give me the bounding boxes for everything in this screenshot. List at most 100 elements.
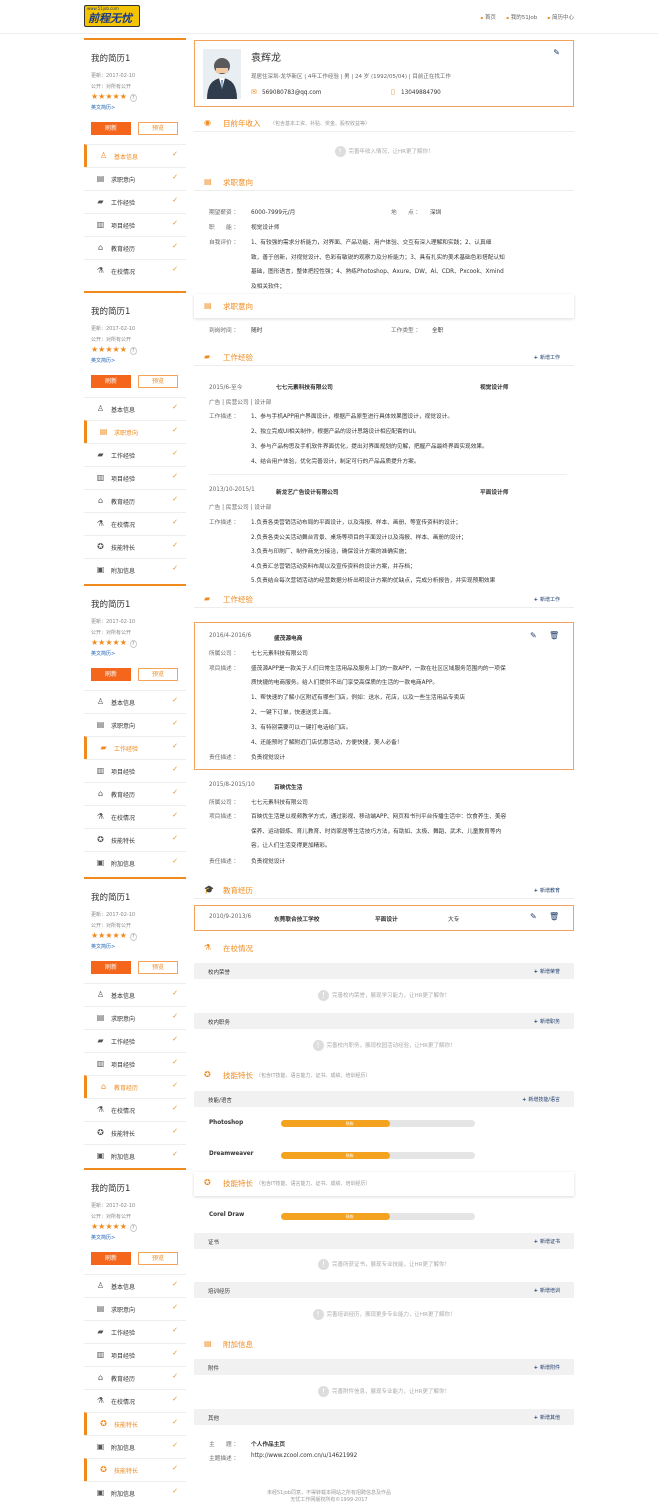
english-resume-link[interactable]: 英文简历> [91,357,115,364]
english-resume-link[interactable]: 英文简历> [91,104,115,111]
add-post-button[interactable]: 新增职务 [534,1018,560,1025]
sidebar-item[interactable]: ♙ 基本信息 ✓ [84,983,186,1006]
sidebar-item[interactable]: ✪ 技能特长 ✓ [84,1458,186,1481]
add-train-button[interactable]: 新增培训 [534,1287,560,1294]
sidebar-item[interactable]: ⌂ 教育经历 ✓ [84,489,186,512]
sidebar-item[interactable]: ⚗ 在校情况 ✓ [84,512,186,535]
attach-empty-hint[interactable]: ! 完善附件信息，展现专业能力，让HR更了解你！ [194,1386,574,1406]
preview-button[interactable]: 预览 [138,122,178,135]
sidebar-item[interactable]: ▥ 项目经验 ✓ [84,1343,186,1366]
help-icon[interactable]: ? [129,94,137,102]
sidebar-item[interactable]: ▣ 附加信息 ✓ [84,1435,186,1458]
sidebar-item[interactable]: ✪ 技能特长 ✓ [84,1412,186,1435]
sidebar-item[interactable]: ⚗ 在校情况 ✓ [84,805,186,828]
add-lang-button[interactable]: 新增技能/语言 [522,1096,560,1103]
sidebar-item[interactable]: ▰ 工作经验 ✓ [84,1029,186,1052]
english-resume-link[interactable]: 英文简历> [91,650,115,657]
sidebar-item[interactable]: ⚗ 在校情况 ✓ [84,259,186,282]
refresh-button[interactable]: 刷新 [91,375,131,388]
sidebar-item[interactable]: ▤ 求职意向 ✓ [84,713,186,736]
sidebar-item[interactable]: ▥ 项目经验 ✓ [84,1052,186,1075]
sidebar-item[interactable]: ✪ 技能特长 ✓ [84,535,186,558]
nav-my51job[interactable]: 我的51Job [506,13,537,21]
sidebar-item[interactable]: ▤ 求职意向 ✓ [84,1297,186,1320]
site-logo[interactable]: www.51job.com 前程无忧 [84,5,140,27]
help-icon[interactable]: ? [129,1224,137,1232]
sidebar-item[interactable]: ⌂ 教育经历 ✓ [84,236,186,259]
help-icon[interactable]: ? [129,347,137,355]
sidebar-item[interactable]: ▥ 项目经验 ✓ [84,759,186,782]
sidebar-item[interactable]: ♙ 基本信息 ✓ [84,690,186,713]
sidebar-item[interactable]: ⌂ 教育经历 ✓ [84,782,186,805]
train-empty-hint[interactable]: ! 完善培训经历，展现更多专业能力，让HR更了解你！ [194,1309,574,1329]
preview-button[interactable]: 预览 [138,961,178,974]
chart-icon: ▥ [96,1059,105,1068]
add-honor-button[interactable]: 新增荣誉 [534,968,560,975]
resume-public[interactable]: 公开：对所有公开 [91,922,131,929]
sidebar-item[interactable]: ▣ 附加信息 ✓ [84,1144,186,1167]
chart-icon: ▥ [96,473,105,482]
sidebar-item[interactable]: ▤ 求职意向 ✓ [84,1006,186,1029]
refresh-button[interactable]: 刷新 [91,961,131,974]
flask-icon: ⚗ [204,943,212,952]
refresh-button[interactable]: 刷新 [91,668,131,681]
edit-icon[interactable]: ✎ [530,912,537,921]
nav-home[interactable]: 首页 [480,13,496,21]
topic-desc-value[interactable]: http://www.zcool.com.cn/u/14621992 [251,1453,357,1459]
add-attach-button[interactable]: 新增附件 [534,1364,560,1371]
sidebar-item[interactable]: ▥ 项目经验 ✓ [84,213,186,236]
refresh-button[interactable]: 刷新 [91,1252,131,1265]
trash-icon[interactable]: 🗑 [549,631,559,640]
english-resume-link[interactable]: 英文简历> [91,943,115,950]
resume-public[interactable]: 公开：对所有公开 [91,1213,131,1220]
sidebar-item[interactable]: ✪ 技能特长 ✓ [84,828,186,851]
resume-public[interactable]: 公开：对所有公开 [91,83,131,90]
sidebar-item[interactable]: ▰ 工作经验 ✓ [84,736,186,759]
sidebar-item[interactable]: ⚗ 在校情况 ✓ [84,1098,186,1121]
sidebar-item[interactable]: ♙ 基本信息 ✓ [84,1274,186,1297]
sidebar-item[interactable]: ▰ 工作经验 ✓ [84,1320,186,1343]
sidebar-item[interactable]: ⚗ 在校情况 ✓ [84,1389,186,1412]
resume-title[interactable]: 我的简历1 [91,52,130,64]
cert-empty-hint[interactable]: ! 完善所获证书，展现专业技能，让HR更了解你！ [194,1259,574,1279]
english-resume-link[interactable]: 英文简历> [91,1234,115,1241]
help-icon[interactable]: ? [129,933,137,941]
sidebar-item[interactable]: ♙ 基本信息 ✓ [84,144,186,167]
sidebar-item[interactable]: ▣ 附加信息 ✓ [84,558,186,581]
resume-public[interactable]: 公开：对所有公开 [91,336,131,343]
resume-title[interactable]: 我的简历1 [91,1182,130,1194]
sidebar-item[interactable]: ▥ 项目经验 ✓ [84,466,186,489]
sidebar-item[interactable]: ♙ 基本信息 ✓ [84,397,186,420]
preview-button[interactable]: 预览 [138,375,178,388]
resume-stars: ★★★★★? [91,346,137,355]
resume-title[interactable]: 我的简历1 [91,598,130,610]
resume-public[interactable]: 公开：对所有公开 [91,629,131,636]
refresh-button[interactable]: 刷新 [91,122,131,135]
sidebar-item[interactable]: ▰ 工作经验 ✓ [84,190,186,213]
honor-empty-hint[interactable]: ! 完善校内荣誉，展现学习能力，让HR更了解你！ [194,990,574,1010]
sidebar-item[interactable]: ⌂ 教育经历 ✓ [84,1366,186,1389]
add-project-button[interactable]: 新增工作 [534,596,560,603]
edu-section-header: 🎓 教育经历 新增教育 [194,881,574,899]
edit-icon[interactable]: ✎ [530,631,537,640]
sidebar-item[interactable]: ▤ 求职意向 ✓ [84,167,186,190]
income-empty-hint[interactable]: ! 完善年收入情况，让HR更了解你！ [194,146,574,166]
preview-button[interactable]: 预览 [138,668,178,681]
add-edu-button[interactable]: 新增教育 [534,887,560,894]
nav-resume-center[interactable]: 简历中心 [547,13,574,21]
add-cert-button[interactable]: 新增证书 [534,1238,560,1245]
trash-icon[interactable]: 🗑 [549,912,559,921]
resume-title[interactable]: 我的简历1 [91,891,130,903]
sidebar-item[interactable]: ✪ 技能特长 ✓ [84,1121,186,1144]
add-other-button[interactable]: 新增其他 [534,1414,560,1421]
edit-icon[interactable]: ✎ [553,48,560,57]
sidebar-item[interactable]: ▤ 求职意向 ✓ [84,420,186,443]
post-empty-hint[interactable]: ! 完善校内职务，展现校园活动经验，让HR更了解你！ [194,1040,574,1060]
preview-button[interactable]: 预览 [138,1252,178,1265]
sidebar-item[interactable]: ▰ 工作经验 ✓ [84,443,186,466]
add-work-button[interactable]: 新增工作 [534,354,560,361]
sidebar-item[interactable]: ⌂ 教育经历 ✓ [84,1075,186,1098]
sidebar-item[interactable]: ▣ 附加信息 ✓ [84,851,186,874]
help-icon[interactable]: ? [129,640,137,648]
resume-title[interactable]: 我的简历1 [91,305,130,317]
